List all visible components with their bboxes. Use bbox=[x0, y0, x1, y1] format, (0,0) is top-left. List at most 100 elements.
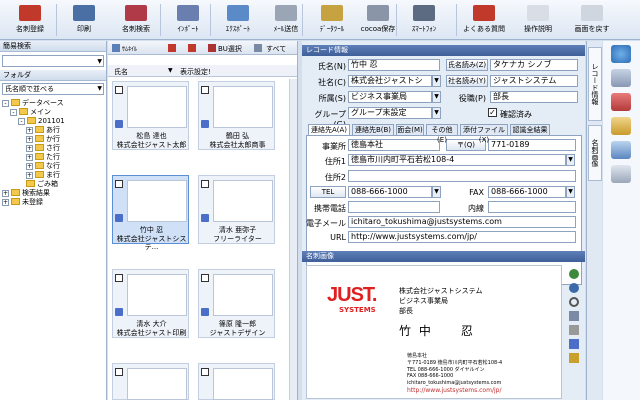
expand-icon[interactable]: + bbox=[2, 190, 9, 197]
addr1-dropdown-icon[interactable]: ▼ bbox=[566, 154, 575, 166]
mobile-field[interactable] bbox=[348, 201, 440, 213]
tab-contact-1[interactable]: 連絡先B(B) bbox=[352, 124, 394, 135]
toolbar-button-11[interactable]: 画面を戻す bbox=[566, 3, 618, 37]
tab-contact-3[interactable]: その他(E) bbox=[426, 124, 458, 144]
dept-field[interactable]: ビジネス事業局 bbox=[348, 91, 432, 103]
collapse-icon[interactable]: - bbox=[18, 118, 25, 125]
zoom-in-icon[interactable] bbox=[569, 269, 579, 279]
card-thumbnail[interactable]: 竹中 忍株式会社ジャストシステ... bbox=[112, 175, 189, 251]
company-dropdown-icon[interactable]: ▼ bbox=[432, 75, 441, 87]
toolbar-button-6[interactable]: ﾃﾞｰﾀﾂｰﾙ bbox=[306, 3, 358, 37]
sort-select[interactable]: 氏名順で並べる ▼ bbox=[2, 83, 104, 95]
card-thumbnail[interactable]: 鶴田 弘株式会社太郎商事 bbox=[198, 81, 275, 150]
tel-field[interactable]: 088-666-1000 bbox=[348, 186, 432, 198]
email-field[interactable]: ichitaro_tokushima@justsystems.com bbox=[348, 216, 576, 228]
expand-icon[interactable]: + bbox=[26, 136, 33, 143]
tab-record-info[interactable]: レコード情報 bbox=[588, 47, 602, 121]
globe-icon[interactable] bbox=[611, 45, 631, 63]
card-checkbox[interactable] bbox=[201, 86, 209, 94]
tree-item[interactable]: + ま行 bbox=[26, 171, 60, 180]
select-all-button[interactable]: すべて bbox=[266, 44, 286, 54]
sort-arrow-icon[interactable]: ▼ bbox=[168, 67, 173, 74]
tree-item[interactable]: ごみ箱 bbox=[26, 180, 58, 189]
toolbar-button-9[interactable]: よくある質問 bbox=[458, 3, 510, 37]
edit-image-icon[interactable] bbox=[569, 353, 579, 363]
settings-icon[interactable] bbox=[569, 325, 579, 335]
toolbar-button-10[interactable]: 操作説明 bbox=[512, 3, 564, 37]
tab-contact-4[interactable]: 添付ファイル(X) bbox=[460, 124, 508, 144]
display-settings-button[interactable]: 表示設定! bbox=[180, 67, 211, 77]
name-field[interactable]: 竹中 忍 bbox=[348, 59, 440, 71]
card-checkbox[interactable] bbox=[115, 180, 123, 188]
tab-contact-2[interactable]: 面会(M) bbox=[396, 124, 424, 135]
flip-icon[interactable] bbox=[569, 339, 579, 349]
group-field[interactable]: グループ未設定 bbox=[348, 107, 432, 119]
toolbar-button-4[interactable]: ｴｸｽﾎﾟｰﾄ bbox=[212, 3, 264, 37]
tree-item[interactable]: + た行 bbox=[26, 153, 60, 162]
name-reading-field[interactable]: タケナカ シノブ bbox=[490, 59, 578, 71]
fax-dropdown-icon[interactable]: ▼ bbox=[566, 186, 575, 198]
folder-icon[interactable] bbox=[611, 117, 631, 135]
chevron-down-icon[interactable]: ▼ bbox=[97, 84, 102, 94]
tab-contact-0[interactable]: 連絡先A(A) bbox=[308, 124, 350, 135]
toolbar-button-1[interactable]: 印刷 bbox=[58, 3, 110, 37]
company-reading-field[interactable]: ジャストシステム bbox=[490, 75, 578, 87]
tel-dropdown-icon[interactable]: ▼ bbox=[432, 186, 441, 198]
expand-icon[interactable]: + bbox=[2, 199, 9, 206]
tree-item[interactable]: + 検索結果 bbox=[2, 189, 50, 198]
tel-button[interactable]: TEL bbox=[310, 186, 346, 198]
thumbnail-view-icon[interactable] bbox=[112, 44, 120, 52]
document-icon[interactable] bbox=[611, 141, 631, 159]
card-thumbnail[interactable]: 清水 大介 株式会社ジャスト印刷 bbox=[112, 269, 189, 338]
view-toggle-icon[interactable] bbox=[168, 44, 176, 52]
tree-item[interactable]: - 201101 bbox=[18, 117, 65, 126]
thumbnail-view-label[interactable]: ｻﾑﾈｲﾙ bbox=[122, 44, 137, 53]
expand-icon[interactable]: + bbox=[26, 163, 33, 170]
toolbar-button-0[interactable]: 名刺登録 bbox=[4, 3, 56, 37]
name-column-header[interactable]: 氏名 bbox=[114, 67, 128, 77]
quick-search-input[interactable]: ▼ bbox=[2, 55, 104, 67]
tree-item[interactable]: + か行 bbox=[26, 135, 60, 144]
fax-field[interactable]: 088-666-1000 bbox=[488, 186, 566, 198]
tab-card-image[interactable]: 名刺画像 bbox=[588, 125, 602, 181]
company-field[interactable]: 株式会社ジャストシ bbox=[348, 75, 432, 87]
collapse-icon[interactable]: - bbox=[10, 109, 17, 116]
rotate-icon[interactable] bbox=[569, 297, 579, 307]
card-list-scrollbar[interactable] bbox=[289, 79, 297, 400]
group-dropdown-icon[interactable]: ▼ bbox=[432, 107, 441, 119]
card-checkbox[interactable] bbox=[201, 368, 209, 376]
toolbar-button-2[interactable]: 名刺検索 bbox=[110, 3, 162, 37]
tree-item[interactable]: + さ行 bbox=[26, 144, 60, 153]
tree-item[interactable]: + あ行 bbox=[26, 126, 60, 135]
toolbar-button-8[interactable]: ｽﾏｰﾄﾌｫﾝ bbox=[398, 3, 450, 37]
zip-field[interactable]: 771-0189 bbox=[488, 139, 576, 151]
name-reading-button[interactable]: 氏名読み(Z) bbox=[446, 59, 488, 71]
addr2-field[interactable] bbox=[348, 170, 576, 182]
bu-select-button[interactable]: BU選択 bbox=[218, 44, 242, 54]
card-thumbnail[interactable] bbox=[198, 363, 275, 400]
extension-field[interactable] bbox=[488, 201, 576, 213]
card-thumbnail[interactable]: 篠原 隆一郎 ジャストデザイン bbox=[198, 269, 275, 338]
zoom-out-icon[interactable] bbox=[569, 283, 579, 293]
tree-item[interactable]: + 未登録 bbox=[2, 198, 43, 207]
expand-icon[interactable]: + bbox=[26, 145, 33, 152]
office-field[interactable]: 徳島本社 bbox=[348, 139, 440, 151]
verified-checkbox[interactable]: ✓ bbox=[488, 108, 497, 117]
chevron-down-icon[interactable]: ▼ bbox=[97, 58, 102, 65]
expand-icon[interactable]: + bbox=[26, 154, 33, 161]
tool-icon[interactable] bbox=[611, 165, 631, 183]
card-checkbox[interactable] bbox=[115, 368, 123, 376]
card-checkbox[interactable] bbox=[115, 86, 123, 94]
card-checkbox[interactable] bbox=[115, 274, 123, 282]
computer-icon[interactable] bbox=[611, 69, 631, 87]
card-checkbox[interactable] bbox=[201, 180, 209, 188]
tree-item[interactable]: - メイン bbox=[10, 108, 51, 117]
contacts-icon[interactable] bbox=[611, 93, 631, 111]
toolbar-button-3[interactable]: ｲﾝﾎﾟｰﾄ bbox=[162, 3, 214, 37]
tree-item[interactable]: - データベース bbox=[2, 99, 64, 108]
toolbar-button-5[interactable]: ﾒｰﾙ送信 bbox=[260, 3, 312, 37]
card-thumbnail[interactable]: 清水 亜弥子 フリーライター bbox=[198, 175, 275, 244]
card-checkbox[interactable] bbox=[201, 274, 209, 282]
collapse-icon[interactable]: - bbox=[2, 100, 9, 107]
expand-icon[interactable]: + bbox=[26, 127, 33, 134]
